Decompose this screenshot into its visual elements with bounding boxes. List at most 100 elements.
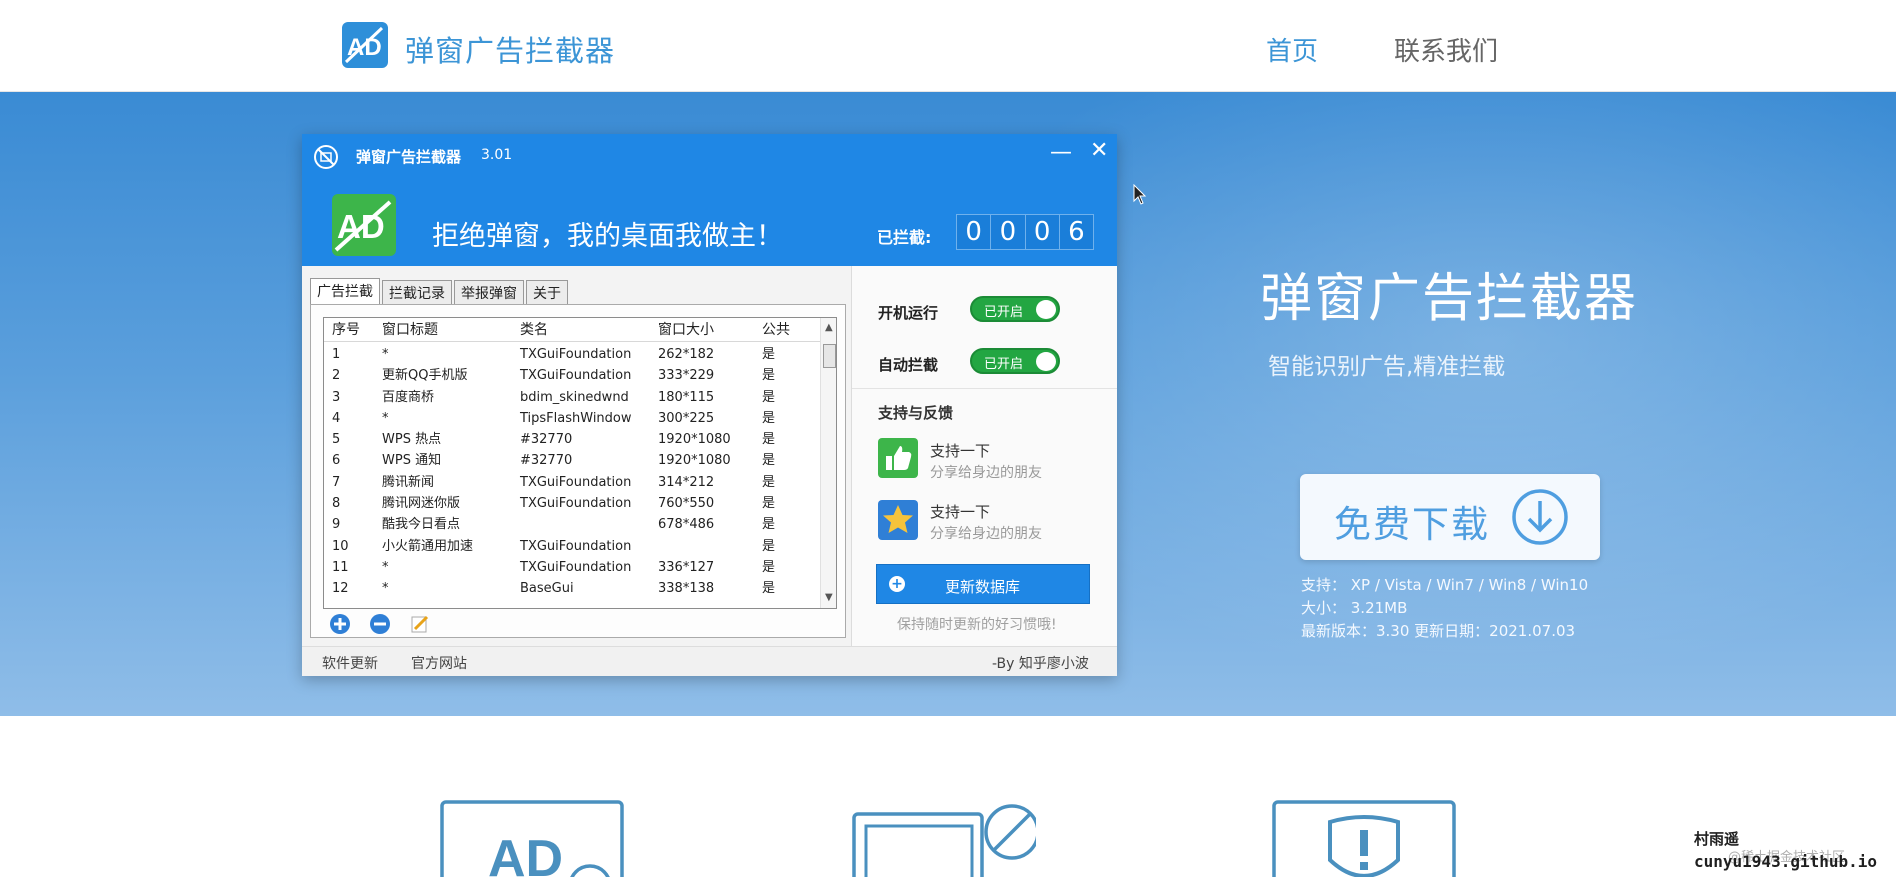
cell-title: 百度商桥 bbox=[382, 389, 435, 405]
cell-public: 是 bbox=[762, 347, 776, 362]
minimize-button[interactable]: — bbox=[1050, 140, 1072, 165]
nav-link-contact[interactable]: 联系我们 bbox=[1394, 31, 1498, 68]
thumbs-up-icon[interactable] bbox=[878, 438, 918, 478]
scroll-up-arrow-icon[interactable]: ▲ bbox=[825, 322, 833, 333]
cell-index: 7 bbox=[332, 474, 341, 490]
cell-index: 5 bbox=[332, 432, 341, 448]
startup-toggle[interactable]: 已开启 bbox=[970, 296, 1060, 322]
table-header: 序号 窗口标题 类名 窗口大小 公共 bbox=[324, 318, 820, 342]
cell-index: 12 bbox=[332, 581, 349, 597]
cell-public: 是 bbox=[762, 496, 776, 512]
table-row[interactable]: 10 小火箭通用加速 TXGuiFoundation 是 bbox=[324, 536, 820, 557]
app-title: 弹窗广告拦截器 bbox=[356, 148, 462, 166]
cell-size: 336*127 bbox=[658, 559, 715, 575]
cell-class: TXGuiFoundation bbox=[520, 474, 632, 490]
cell-class bbox=[512, 514, 650, 535]
cell-size: 1920*1080 bbox=[658, 432, 731, 448]
site-logo-icon[interactable]: AD bbox=[342, 22, 388, 68]
app-window: 弹窗广告拦截器 3.01 — ✕ AD 拒绝弹窗，我的桌面我做主！ 已拦截: 0… bbox=[302, 134, 1117, 676]
close-button[interactable]: ✕ bbox=[1090, 138, 1108, 163]
cell-index: 10 bbox=[332, 538, 349, 554]
update-database-label: 更新数据库 bbox=[945, 578, 1021, 596]
auto-block-label: 自动拦截 bbox=[878, 356, 939, 374]
tab-about[interactable]: 关于 bbox=[526, 280, 568, 304]
feedback-item-main[interactable]: 支持一下 bbox=[930, 501, 990, 522]
column-header-class[interactable]: 类名 bbox=[512, 318, 650, 341]
app-slogan: 拒绝弹窗，我的桌面我做主！ bbox=[432, 221, 783, 252]
blocked-count-label: 已拦截: bbox=[877, 228, 932, 247]
cell-index: 3 bbox=[332, 389, 341, 405]
cell-class: #32770 bbox=[520, 432, 573, 448]
cell-index: 9 bbox=[332, 517, 341, 533]
tab-report-popup[interactable]: 举报弹窗 bbox=[454, 280, 524, 304]
tab-ad-block[interactable]: 广告拦截 bbox=[310, 278, 380, 304]
edit-rule-icon[interactable] bbox=[409, 613, 431, 635]
cell-public: 是 bbox=[762, 559, 776, 575]
scroll-thumb[interactable] bbox=[823, 344, 836, 368]
software-update-link[interactable]: 软件更新 bbox=[322, 653, 378, 673]
cell-size: 760*550 bbox=[658, 496, 715, 512]
update-tip: 保持随时更新的好习惯哦! bbox=[897, 617, 1057, 633]
download-button-label: 免费下载 bbox=[1334, 503, 1490, 546]
file-size-text: 大小： 3.21MB bbox=[1301, 599, 1408, 617]
column-header-public[interactable]: 公共 bbox=[754, 318, 820, 341]
cell-public: 是 bbox=[762, 368, 776, 384]
table-row[interactable]: 5 WPS 热点 #32770 1920*1080 是 bbox=[324, 429, 820, 450]
rules-panel: 广告拦截 拦截记录 举报弹窗 关于 序号 窗口标题 类名 窗口大小 公共 1 * T… bbox=[302, 266, 852, 646]
tab-content-frame: 序号 窗口标题 类名 窗口大小 公共 1 * TXGuiFoundation 262*… bbox=[310, 304, 846, 638]
column-header-index[interactable]: 序号 bbox=[324, 318, 374, 341]
cell-title: * bbox=[382, 559, 389, 575]
cell-class: TXGuiFoundation bbox=[520, 559, 632, 575]
star-icon[interactable] bbox=[878, 500, 918, 540]
top-nav-bar: AD 弹窗广告拦截器 首页 联系我们 bbox=[0, 0, 1896, 92]
cell-index: 11 bbox=[332, 559, 349, 575]
table-row[interactable]: 7 腾讯新闻 TXGuiFoundation 314*212 是 bbox=[324, 472, 820, 493]
scroll-down-arrow-icon[interactable]: ▼ bbox=[825, 592, 833, 603]
column-header-title[interactable]: 窗口标题 bbox=[374, 318, 512, 341]
column-header-size[interactable]: 窗口大小 bbox=[650, 318, 754, 341]
cell-size: 338*138 bbox=[658, 581, 715, 597]
cell-class: bdim_skinedwnd bbox=[520, 389, 629, 405]
author-credit[interactable]: -By 知乎廖小波 bbox=[992, 653, 1089, 673]
add-rule-icon[interactable] bbox=[329, 613, 351, 635]
table-row[interactable]: 11 * TXGuiFoundation 336*127 是 bbox=[324, 557, 820, 578]
table-row[interactable]: 4 * TipsFlashWindow 300*225 是 bbox=[324, 408, 820, 429]
cell-title: 腾讯网迷你版 bbox=[382, 496, 461, 512]
table-toolbar bbox=[329, 613, 449, 635]
table-scrollbar[interactable]: ▲ ▼ bbox=[820, 318, 836, 608]
cell-class: TXGuiFoundation bbox=[520, 538, 632, 554]
cell-public: 是 bbox=[762, 517, 776, 533]
remove-rule-icon[interactable] bbox=[369, 613, 391, 635]
table-row[interactable]: 3 百度商桥 bdim_skinedwnd 180*115 是 bbox=[324, 387, 820, 408]
auto-block-toggle-text: 已开启 bbox=[984, 357, 1024, 372]
update-database-button[interactable]: + 更新数据库 bbox=[876, 564, 1090, 604]
table-row[interactable]: 1 * TXGuiFoundation 262*182 是 bbox=[324, 344, 820, 365]
nav-link-home[interactable]: 首页 bbox=[1266, 31, 1318, 68]
toggle-knob bbox=[1036, 352, 1056, 371]
cell-index: 4 bbox=[332, 410, 341, 426]
counter-digit: 0 bbox=[1026, 215, 1060, 249]
official-site-link[interactable]: 官方网站 bbox=[411, 653, 467, 673]
download-arrow-icon bbox=[1512, 489, 1568, 545]
table-row[interactable]: 6 WPS 通知 #32770 1920*1080 是 bbox=[324, 450, 820, 471]
panel-divider bbox=[852, 388, 1117, 389]
cell-public: 是 bbox=[762, 474, 776, 490]
table-row[interactable]: 12 * BaseGui 338*138 是 bbox=[324, 578, 820, 599]
feedback-item-main[interactable]: 支持一下 bbox=[930, 440, 990, 461]
cell-size: 314*212 bbox=[658, 474, 715, 490]
settings-panel: 开机运行 已开启 自动拦截 已开启 支持与反馈 支持一下 分享给身边的朋友 支持… bbox=[852, 266, 1117, 646]
table-row[interactable]: 2 更新QQ手机版 TXGuiFoundation 333*229 是 bbox=[324, 365, 820, 386]
version-date-text: 最新版本：3.30 更新日期：2021.07.03 bbox=[1301, 622, 1576, 640]
startup-toggle-text: 已开启 bbox=[984, 305, 1024, 320]
cell-title: * bbox=[382, 410, 389, 426]
download-button[interactable]: 免费下载 bbox=[1300, 474, 1600, 560]
mouse-cursor-icon bbox=[1133, 184, 1147, 205]
site-brand-name[interactable]: 弹窗广告拦截器 bbox=[405, 28, 615, 70]
table-row[interactable]: 9 酷我今日看点 678*486 是 bbox=[324, 514, 820, 535]
tab-block-log[interactable]: 拦截记录 bbox=[382, 280, 452, 304]
supported-os-text: 支持： XP / Vista / Win7 / Win8 / Win10 bbox=[1301, 576, 1589, 594]
cell-title: 腾讯新闻 bbox=[382, 474, 435, 490]
table-row[interactable]: 8 腾讯网迷你版 TXGuiFoundation 760*550 是 bbox=[324, 493, 820, 514]
auto-block-toggle[interactable]: 已开启 bbox=[970, 348, 1060, 374]
cell-title: WPS 热点 bbox=[382, 432, 442, 448]
